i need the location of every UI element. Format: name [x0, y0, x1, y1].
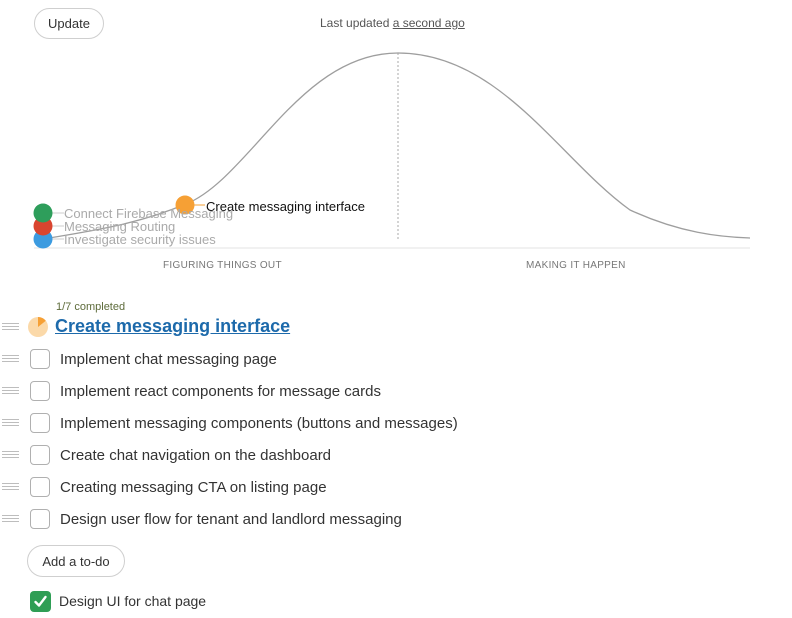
completed-todo-item[interactable]: Design UI for chat page [59, 593, 206, 609]
todo-item[interactable]: Implement chat messaging page [60, 351, 277, 368]
todo-checkbox[interactable] [30, 413, 50, 433]
todo-drag-handle[interactable] [2, 387, 19, 394]
list-drag-handle[interactable] [2, 323, 19, 330]
todo-checkbox[interactable] [30, 349, 50, 369]
checkmark-icon [34, 595, 47, 607]
progress-pie-icon [28, 317, 48, 337]
todo-drag-handle[interactable] [2, 451, 19, 458]
hill-label-security[interactable]: Investigate security issues [64, 232, 216, 247]
todo-checkbox[interactable] [30, 381, 50, 401]
todo-checkbox-checked[interactable] [30, 591, 51, 612]
hill-label-current[interactable]: Create messaging interface [206, 199, 365, 214]
todo-checkbox[interactable] [30, 509, 50, 529]
phase-figuring-out: FIGURING THINGS OUT [163, 260, 282, 271]
completed-count: 1/7 completed [56, 301, 126, 313]
hill-dot-firebase[interactable] [33, 203, 53, 223]
todo-checkbox[interactable] [30, 477, 50, 497]
todo-item[interactable]: Creating messaging CTA on listing page [60, 479, 327, 496]
todo-item[interactable]: Implement messaging components (buttons … [60, 415, 458, 432]
todo-drag-handle[interactable] [2, 355, 19, 362]
todo-drag-handle[interactable] [2, 515, 19, 522]
todo-checkbox[interactable] [30, 445, 50, 465]
todo-drag-handle[interactable] [2, 483, 19, 490]
todo-item[interactable]: Implement react components for message c… [60, 383, 381, 400]
add-todo-button[interactable]: Add a to-do [27, 545, 125, 577]
list-title[interactable]: Create messaging interface [55, 316, 290, 337]
todo-item[interactable]: Create chat navigation on the dashboard [60, 447, 331, 464]
phase-making-it-happen: MAKING IT HAPPEN [526, 260, 626, 271]
todo-drag-handle[interactable] [2, 419, 19, 426]
todo-item[interactable]: Design user flow for tenant and landlord… [60, 511, 402, 528]
